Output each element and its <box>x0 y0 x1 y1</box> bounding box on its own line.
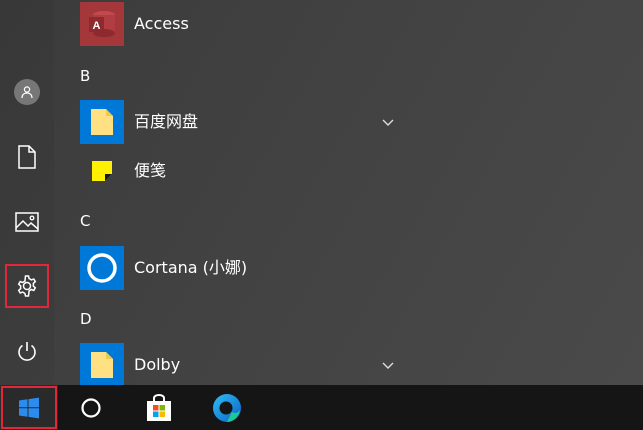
section-letter-c[interactable]: C <box>80 204 120 238</box>
start-left-rail <box>0 0 54 385</box>
user-icon <box>21 86 33 99</box>
user-avatar <box>14 79 40 105</box>
access-icon: A <box>80 2 124 46</box>
app-cortana[interactable]: Cortana (小娜) <box>80 246 405 290</box>
app-baidu-netdisk[interactable]: 百度网盘 <box>80 100 405 144</box>
app-sticky-notes[interactable]: 便笺 <box>80 149 405 193</box>
start-button[interactable] <box>0 385 58 430</box>
chevron-down-icon[interactable] <box>380 114 396 130</box>
settings-button[interactable] <box>5 264 49 308</box>
gear-icon <box>17 275 37 297</box>
app-list: A Access B 百度网盘 便笺 C Cortana (小娜) D Dolb… <box>80 0 640 385</box>
app-name: 百度网盘 <box>134 112 199 131</box>
app-name: 便笺 <box>134 161 167 180</box>
pictures-button[interactable] <box>5 200 49 244</box>
user-account-button[interactable] <box>5 70 49 114</box>
sticky-notes-icon <box>80 149 124 193</box>
folder-icon <box>80 343 124 385</box>
cortana-circle-icon <box>81 397 101 418</box>
section-letter-d[interactable]: D <box>80 302 120 336</box>
documents-button[interactable] <box>5 135 49 179</box>
cortana-icon <box>80 246 124 290</box>
edge-browser-button[interactable] <box>200 385 254 430</box>
store-bag-icon <box>147 393 171 421</box>
edge-icon <box>213 393 241 422</box>
windows-logo-icon <box>19 397 39 418</box>
app-name: Access <box>134 14 189 33</box>
app-name: Dolby <box>134 355 181 374</box>
taskbar <box>0 385 643 430</box>
chevron-down-icon[interactable] <box>380 357 396 373</box>
section-letter-b[interactable]: B <box>80 59 120 93</box>
power-icon <box>18 342 36 361</box>
svg-text:A: A <box>93 20 101 32</box>
folder-icon <box>80 100 124 144</box>
app-access[interactable]: A Access <box>80 2 405 46</box>
pictures-icon <box>15 212 39 232</box>
power-button[interactable] <box>5 330 49 374</box>
cortana-search-button[interactable] <box>64 385 118 430</box>
microsoft-store-button[interactable] <box>132 385 186 430</box>
app-name: Cortana (小娜) <box>134 258 248 277</box>
start-menu: A Access B 百度网盘 便笺 C Cortana (小娜) D Dolb… <box>0 0 643 385</box>
document-icon <box>18 145 36 169</box>
app-dolby[interactable]: Dolby <box>80 343 405 385</box>
